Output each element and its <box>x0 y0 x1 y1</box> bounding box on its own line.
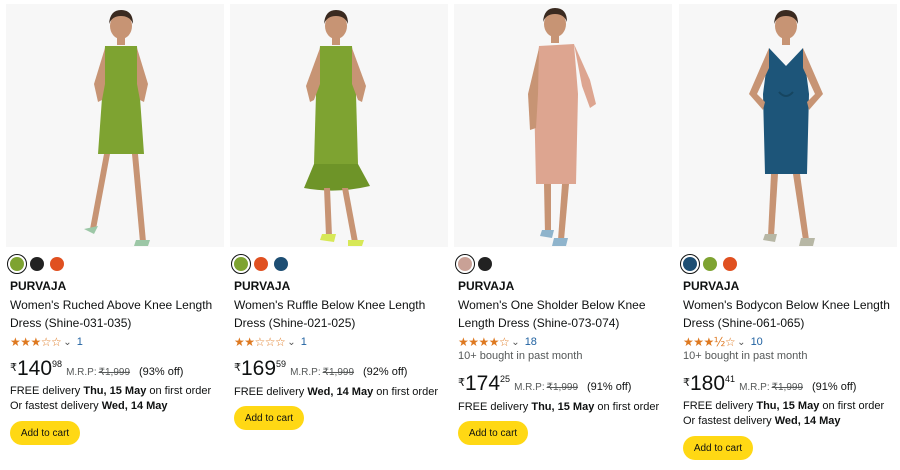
discount: (91% off) <box>812 381 857 393</box>
add-to-cart-button[interactable]: Add to cart <box>10 421 80 445</box>
price-whole: 174 <box>465 372 501 395</box>
mrp-value: ₹1,999 <box>98 367 131 378</box>
rating: ★★★★☆ ⌄ 18 <box>458 334 537 350</box>
color-swatches <box>7 254 64 274</box>
rating: ★★★☆☆ ⌄ 1 <box>10 334 83 350</box>
mrp-label: M.R.P: ₹1,999 <box>290 367 355 378</box>
bought-in-past-month: 10+ bought in past month <box>683 350 808 362</box>
price-whole: 169 <box>241 357 277 380</box>
add-to-cart-button[interactable]: Add to cart <box>234 406 304 430</box>
price-fraction: 25 <box>500 374 511 384</box>
rating-count-link[interactable]: 10 <box>751 336 763 348</box>
color-swatch[interactable] <box>478 257 492 271</box>
product-image[interactable] <box>679 4 897 247</box>
model-photo <box>304 10 370 246</box>
model-photo <box>84 10 150 246</box>
price-whole: 180 <box>690 372 726 395</box>
color-swatches <box>680 254 737 274</box>
color-swatch[interactable] <box>50 257 64 271</box>
rating: ★★☆☆☆ ⌄ 1 <box>234 334 307 350</box>
delivery-info: FREE delivery Thu, 15 May on first order… <box>683 400 885 427</box>
currency-symbol: ₹ <box>234 362 241 374</box>
discount: (91% off) <box>587 381 632 393</box>
chevron-down-icon[interactable]: ⌄ <box>63 337 71 348</box>
mrp-label: M.R.P: ₹1,999 <box>739 382 804 393</box>
mrp-label: M.R.P: ₹1,999 <box>66 367 131 378</box>
brand-name: PURVAJA <box>683 279 740 293</box>
color-swatch[interactable] <box>254 257 268 271</box>
color-swatch[interactable] <box>231 254 251 274</box>
price-fraction: 59 <box>276 359 287 369</box>
mrp-value: ₹1,999 <box>771 382 804 393</box>
product-card: PURVAJA Women's Ruched Above Knee Length… <box>6 0 224 470</box>
product-image[interactable] <box>230 4 448 247</box>
star-rating-icon[interactable]: ★★★☆☆ <box>10 335 62 349</box>
color-swatch[interactable] <box>274 257 288 271</box>
add-to-cart-button[interactable]: Add to cart <box>458 421 528 445</box>
brand-name: PURVAJA <box>234 279 291 293</box>
product-card: PURVAJA Women's One Sholder Below Knee L… <box>454 0 672 470</box>
color-swatch[interactable] <box>680 254 700 274</box>
price-whole: 140 <box>17 357 53 380</box>
brand-name: PURVAJA <box>10 279 67 293</box>
rating-count-link[interactable]: 1 <box>77 336 83 348</box>
product-card: PURVAJA Women's Ruffle Below Knee Length… <box>230 0 448 470</box>
delivery-info: FREE delivery Thu, 15 May on first order… <box>10 385 212 412</box>
color-swatches <box>231 254 288 274</box>
price-fraction: 41 <box>725 374 736 384</box>
color-swatches <box>455 254 492 274</box>
product-image[interactable] <box>454 4 672 247</box>
price-row: ₹ 169 59 M.R.P: ₹1,999 (92% off) <box>234 358 407 380</box>
star-rating-icon[interactable]: ★★★★☆ <box>458 335 510 349</box>
mrp-value: ₹1,999 <box>322 367 355 378</box>
product-title-link[interactable]: Women's Ruched Above Knee Length Dress (… <box>10 296 222 332</box>
currency-symbol: ₹ <box>458 377 465 389</box>
color-swatch[interactable] <box>455 254 475 274</box>
mrp-label: M.R.P: ₹1,999 <box>514 382 579 393</box>
rating-count-link[interactable]: 1 <box>301 336 307 348</box>
color-swatch[interactable] <box>703 257 717 271</box>
star-rating-icon[interactable]: ★★☆☆☆ <box>234 335 286 349</box>
product-title-link[interactable]: Women's Ruffle Below Knee Length Dress (… <box>234 296 446 332</box>
product-image[interactable] <box>6 4 224 247</box>
product-title-link[interactable]: Women's One Sholder Below Knee Length Dr… <box>458 296 670 332</box>
chevron-down-icon[interactable]: ⌄ <box>511 337 519 348</box>
model-photo <box>528 8 596 246</box>
price-row: ₹ 180 41 M.R.P: ₹1,999 (91% off) <box>683 373 856 395</box>
chevron-down-icon[interactable]: ⌄ <box>287 337 295 348</box>
color-swatch[interactable] <box>30 257 44 271</box>
rating-count-link[interactable]: 18 <box>525 336 537 348</box>
brand-name: PURVAJA <box>458 279 515 293</box>
price-fraction: 98 <box>52 359 63 369</box>
delivery-info: FREE delivery Wed, 14 May on first order <box>234 386 438 398</box>
chevron-down-icon[interactable]: ⌄ <box>737 337 745 348</box>
color-swatch[interactable] <box>723 257 737 271</box>
model-photo <box>749 10 823 246</box>
price-row: ₹ 174 25 M.R.P: ₹1,999 (91% off) <box>458 373 631 395</box>
product-title-link[interactable]: Women's Bodycon Below Knee Length Dress … <box>683 296 895 332</box>
star-rating-icon[interactable]: ★★★½☆ <box>683 335 736 349</box>
add-to-cart-button[interactable]: Add to cart <box>683 436 753 460</box>
bought-in-past-month: 10+ bought in past month <box>458 350 583 362</box>
currency-symbol: ₹ <box>10 362 17 374</box>
color-swatch[interactable] <box>7 254 27 274</box>
price-row: ₹ 140 98 M.R.P: ₹1,999 (93% off) <box>10 358 183 380</box>
delivery-info: FREE delivery Thu, 15 May on first order <box>458 401 660 413</box>
product-card: PURVAJA Women's Bodycon Below Knee Lengt… <box>679 0 897 470</box>
discount: (92% off) <box>363 366 408 378</box>
rating: ★★★½☆ ⌄ 10 <box>683 334 763 350</box>
currency-symbol: ₹ <box>683 377 690 389</box>
discount: (93% off) <box>139 366 184 378</box>
mrp-value: ₹1,999 <box>546 382 579 393</box>
